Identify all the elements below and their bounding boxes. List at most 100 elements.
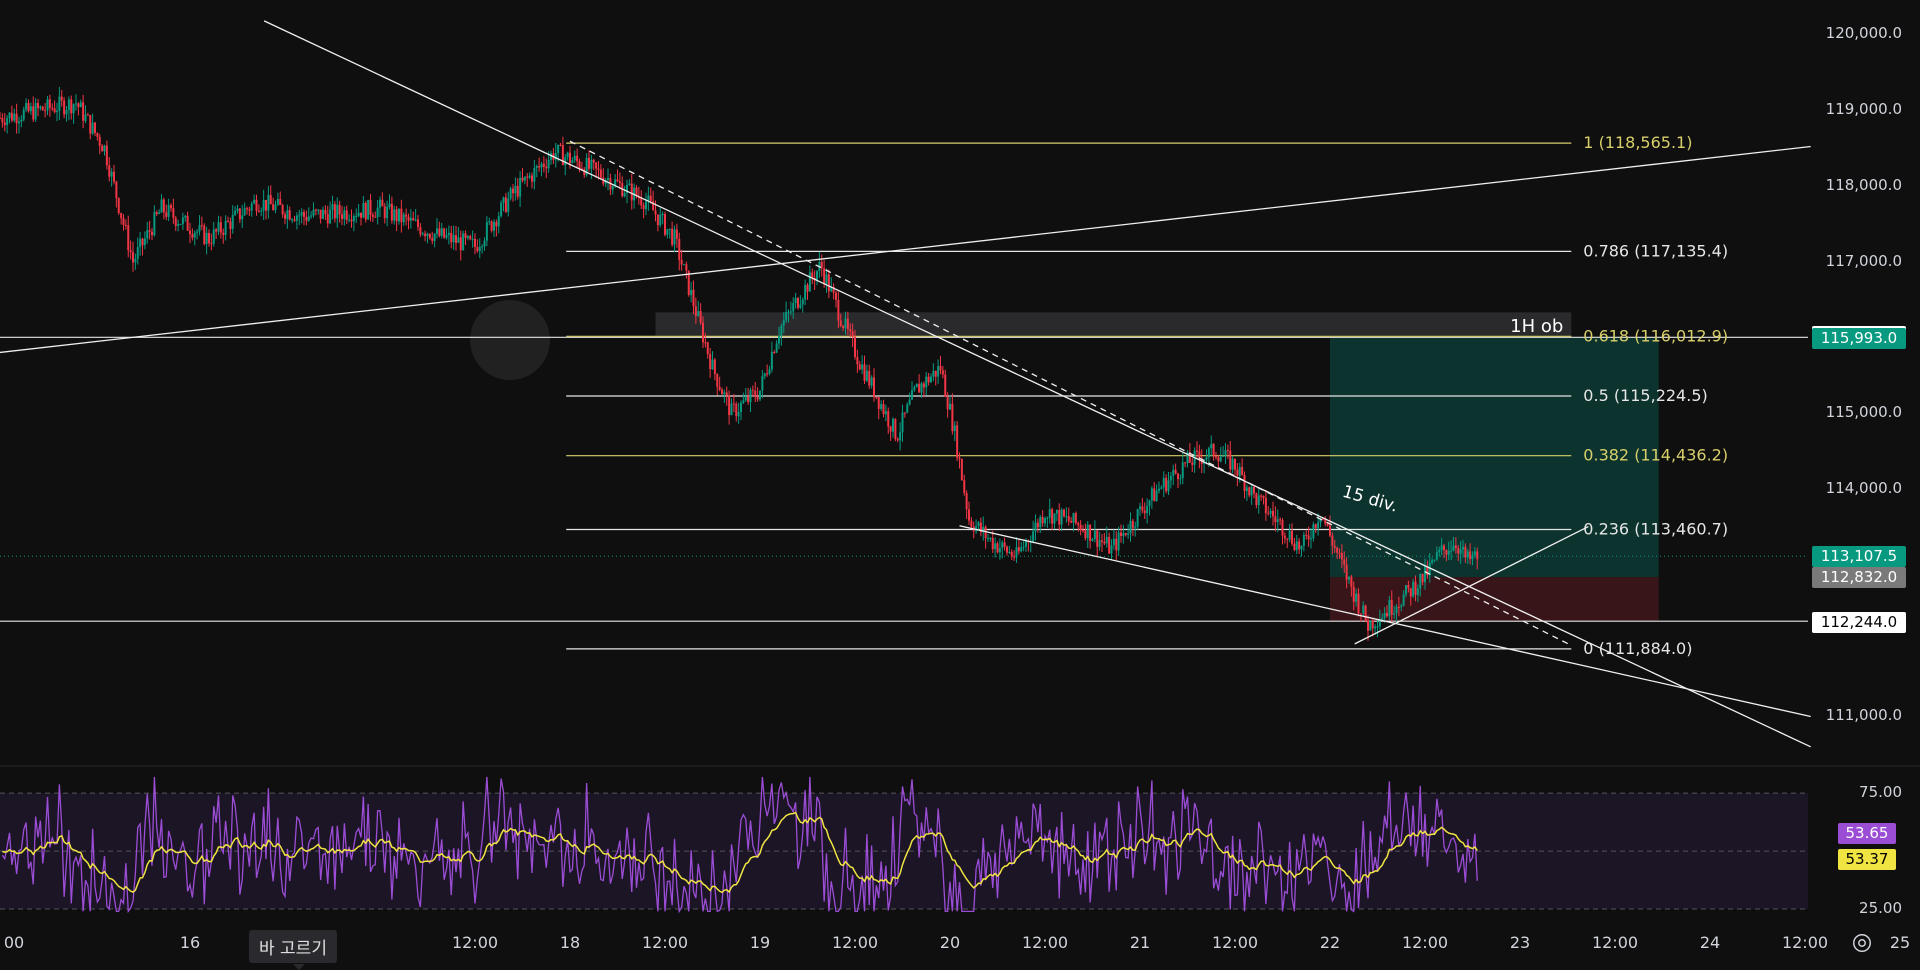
candle-body (324, 209, 327, 215)
candle-body (944, 374, 947, 397)
candle-body (139, 238, 142, 248)
candle-body (381, 199, 384, 207)
candle-body (1215, 456, 1217, 458)
candle-body (493, 221, 495, 231)
candle-body (1291, 530, 1293, 544)
candle-body (792, 303, 795, 312)
candle-body (1362, 605, 1365, 614)
candle-body (1179, 478, 1182, 480)
candle-body (956, 425, 959, 458)
candle-body (531, 175, 533, 182)
candle-body (946, 396, 949, 410)
candle-body (799, 304, 802, 308)
candle-body (1205, 457, 1208, 460)
fib-label-5: 0.236 (113,460.7) (1583, 520, 1728, 539)
candle-body (740, 402, 742, 412)
candle-body (1305, 534, 1308, 536)
candle-body (246, 208, 248, 210)
candle-body (925, 376, 928, 388)
candle-body (1450, 550, 1453, 552)
candle-body (44, 110, 47, 112)
candle-body (951, 403, 954, 432)
candle-body (1343, 559, 1346, 565)
candle-body (1120, 532, 1122, 536)
candle-body (597, 168, 600, 170)
candle-body (1174, 469, 1177, 474)
candle-body (350, 219, 353, 222)
candle-body (837, 299, 840, 321)
candle-body (678, 238, 681, 260)
candle-body (227, 220, 229, 222)
candle-body (937, 366, 940, 377)
price-tick-1: 119,000.0 (1825, 100, 1902, 119)
candle-body (697, 311, 700, 316)
candle-body (63, 100, 66, 115)
candle-body (348, 219, 351, 221)
time-tick-6: 19 (749, 933, 771, 952)
candle-body (571, 160, 574, 163)
candle-body (250, 203, 253, 211)
candle-body (393, 209, 396, 221)
candle-body (759, 390, 761, 400)
candle-body (1248, 487, 1251, 496)
candle-body (542, 163, 545, 167)
candle-body (474, 238, 476, 248)
candle-body (702, 322, 704, 343)
candle-body (1169, 475, 1172, 481)
candle-body (1001, 542, 1004, 549)
candle-body (255, 199, 258, 211)
candle-body (1032, 531, 1035, 542)
candle-body (856, 357, 859, 365)
candle-body (1158, 488, 1160, 491)
candle-body (1388, 599, 1391, 617)
candle-body (1312, 524, 1315, 539)
candle-body (288, 210, 291, 220)
candle-body (930, 376, 932, 383)
candle-body (892, 418, 894, 432)
candle-body (70, 99, 73, 114)
candle-body (519, 177, 522, 197)
candle-body (1139, 506, 1141, 510)
candle-body (509, 188, 512, 199)
candle-body (709, 354, 712, 370)
candle-body (443, 228, 446, 238)
candle-body (352, 216, 355, 222)
candle-body (129, 250, 132, 253)
candle-body (333, 204, 336, 219)
settings-gear-icon[interactable] (1851, 932, 1873, 954)
candle-body (1065, 516, 1068, 518)
chart-canvas[interactable]: 1 (118,565.1) 0.786 (117,135.4) 0.618 (116… (0, 0, 1920, 969)
candle-body (1217, 457, 1220, 462)
candle-body (880, 404, 883, 409)
candle-body (744, 396, 747, 401)
candle-body (863, 364, 866, 381)
candle-body (1286, 538, 1289, 540)
time-hover-label: 바 고르기 (249, 930, 337, 970)
candle-body (267, 195, 270, 211)
candle-body (398, 208, 400, 222)
candle-body (160, 199, 163, 213)
price-tag-2: 113,107.5 (1812, 546, 1906, 568)
candle-body (887, 411, 890, 427)
candle-body (1345, 564, 1348, 580)
candle-body (694, 306, 697, 316)
candle-body (1236, 469, 1239, 476)
candle-body (849, 329, 852, 332)
candle-body (666, 229, 669, 235)
candle-body (970, 520, 973, 527)
candle-body (1459, 549, 1462, 554)
candle-body (1255, 493, 1258, 506)
candle-body (1407, 585, 1410, 589)
candle-body (215, 229, 218, 232)
candle-body (1383, 612, 1386, 618)
candle-body (34, 103, 37, 120)
candle-body (143, 238, 146, 246)
candle-body (761, 376, 764, 391)
candle-body (1471, 555, 1474, 560)
candle-body (269, 195, 272, 205)
candle-body (1112, 538, 1115, 546)
candle-body (1231, 458, 1234, 470)
candle-body (455, 235, 457, 243)
candle-body (899, 432, 902, 441)
price-tag-5: 112,244.0 (1812, 611, 1906, 633)
